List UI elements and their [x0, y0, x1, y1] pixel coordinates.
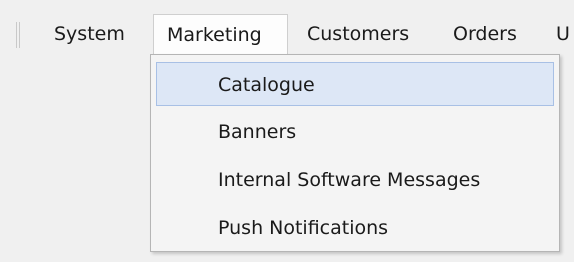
dropdown-item-push-notifications[interactable]: Push Notifications [156, 206, 554, 250]
menu-system[interactable]: System [54, 14, 125, 54]
menu-next-partial[interactable]: U [556, 14, 570, 54]
menu-orders[interactable]: Orders [453, 14, 517, 54]
dropdown-item-catalogue[interactable]: Catalogue [156, 62, 554, 106]
menu-marketing[interactable]: Marketing [153, 14, 288, 54]
menu-bar: System Marketing Customers Orders U [0, 0, 574, 62]
dropdown-item-internal-software-messages[interactable]: Internal Software Messages [156, 158, 554, 202]
menu-bar-grip [16, 22, 22, 48]
menu-customers[interactable]: Customers [307, 14, 409, 54]
dropdown-item-banners[interactable]: Banners [156, 110, 554, 154]
marketing-dropdown-menu: Catalogue Banners Internal Software Mess… [150, 54, 560, 252]
